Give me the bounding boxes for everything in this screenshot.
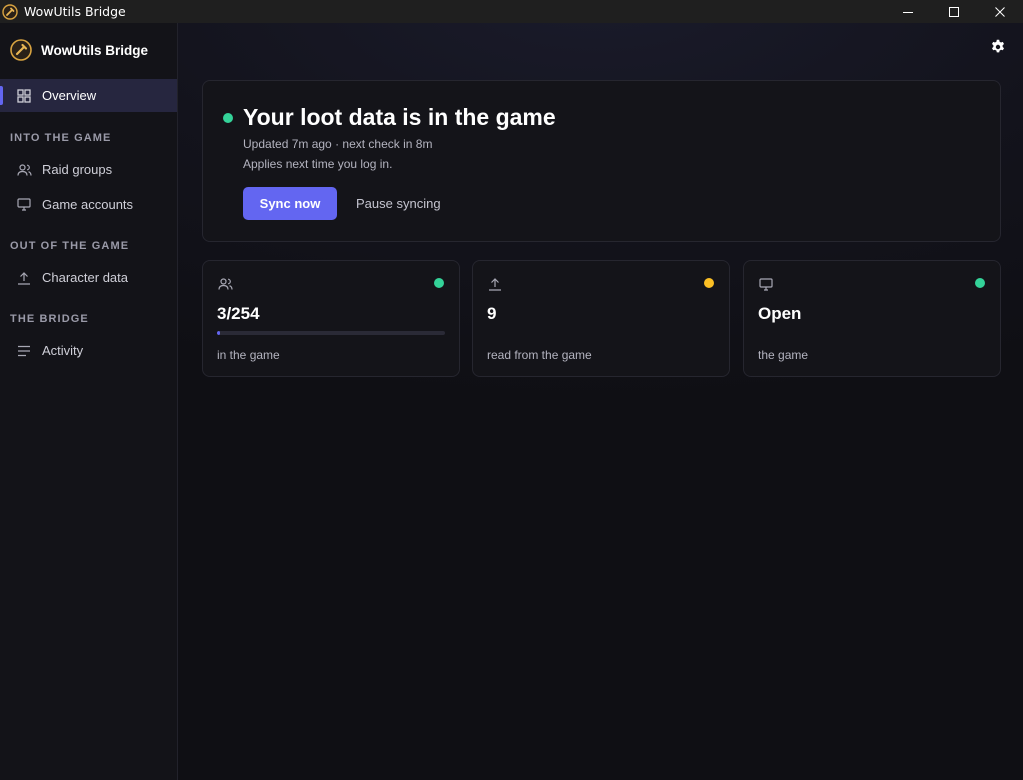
status-dot (704, 278, 714, 288)
stat-label: in the game (217, 348, 280, 362)
brand-logo-icon (10, 39, 32, 61)
gear-icon[interactable] (989, 38, 1007, 56)
stat-card-raid-groups: 3/254 in the game (202, 260, 460, 377)
sidebar-item-raid-groups[interactable]: Raid groups (0, 153, 177, 186)
stat-card-game: Open the game (743, 260, 1001, 377)
pause-syncing-button[interactable]: Pause syncing (356, 187, 441, 220)
progress-bar-fill (217, 331, 220, 335)
sidebar-item-game-accounts[interactable]: Game accounts (0, 188, 177, 221)
progress-bar (217, 331, 445, 335)
grid-icon (16, 88, 32, 104)
sidebar-item-character-data[interactable]: Character data (0, 261, 177, 294)
app-logo-icon (1, 3, 19, 21)
status-applies-text: Applies next time you log in. (243, 157, 393, 171)
sidebar-item-label: Raid groups (42, 162, 113, 177)
upload-icon (16, 270, 32, 286)
sidebar-item-label: Character data (42, 270, 128, 285)
window-title: WowUtils Bridge (24, 4, 126, 19)
stat-value: 3/254 (217, 304, 260, 323)
status-dot (223, 113, 233, 123)
section-label-the-bridge: THE BRIDGE (10, 313, 89, 325)
brand[interactable]: WowUtils Bridge (10, 39, 148, 61)
sidebar-item-overview[interactable]: Overview (0, 79, 177, 112)
sidebar-item-activity[interactable]: Activity (0, 334, 177, 367)
minimize-icon[interactable] (885, 0, 931, 23)
stat-value: 9 (487, 304, 497, 323)
status-updated-text: Updated 7m ago · next check in 8m (243, 137, 433, 151)
sidebar-item-label: Activity (42, 343, 84, 358)
section-label-out-of-the-game: OUT OF THE GAME (10, 240, 130, 252)
main-content: Your loot data is in the game Updated 7m… (178, 23, 1023, 780)
sync-now-button[interactable]: Sync now (243, 187, 337, 220)
status-title: Your loot data is in the game (243, 104, 556, 130)
stat-card-character-data: 9 read from the game (472, 260, 730, 377)
status-dot (434, 278, 444, 288)
stat-label: read from the game (487, 348, 592, 362)
status-dot (975, 278, 985, 288)
list-icon (16, 343, 32, 359)
sidebar-item-label: Game accounts (42, 197, 134, 212)
close-icon[interactable] (977, 0, 1023, 23)
monitor-icon (758, 276, 774, 292)
status-panel: Your loot data is in the game Updated 7m… (202, 80, 1001, 242)
sidebar: WowUtils Bridge Overview INTO THE GAME R… (0, 23, 178, 780)
upload-icon (487, 276, 503, 292)
maximize-icon[interactable] (931, 0, 977, 23)
users-icon (16, 162, 32, 178)
section-label-into-the-game: INTO THE GAME (10, 132, 112, 144)
users-icon (217, 276, 233, 292)
brand-name: WowUtils Bridge (41, 42, 149, 58)
stat-value: Open (758, 304, 802, 323)
title-bar: WowUtils Bridge (0, 0, 1023, 23)
sidebar-item-label: Overview (42, 88, 97, 103)
stat-label: the game (758, 348, 809, 362)
monitor-icon (16, 197, 32, 213)
